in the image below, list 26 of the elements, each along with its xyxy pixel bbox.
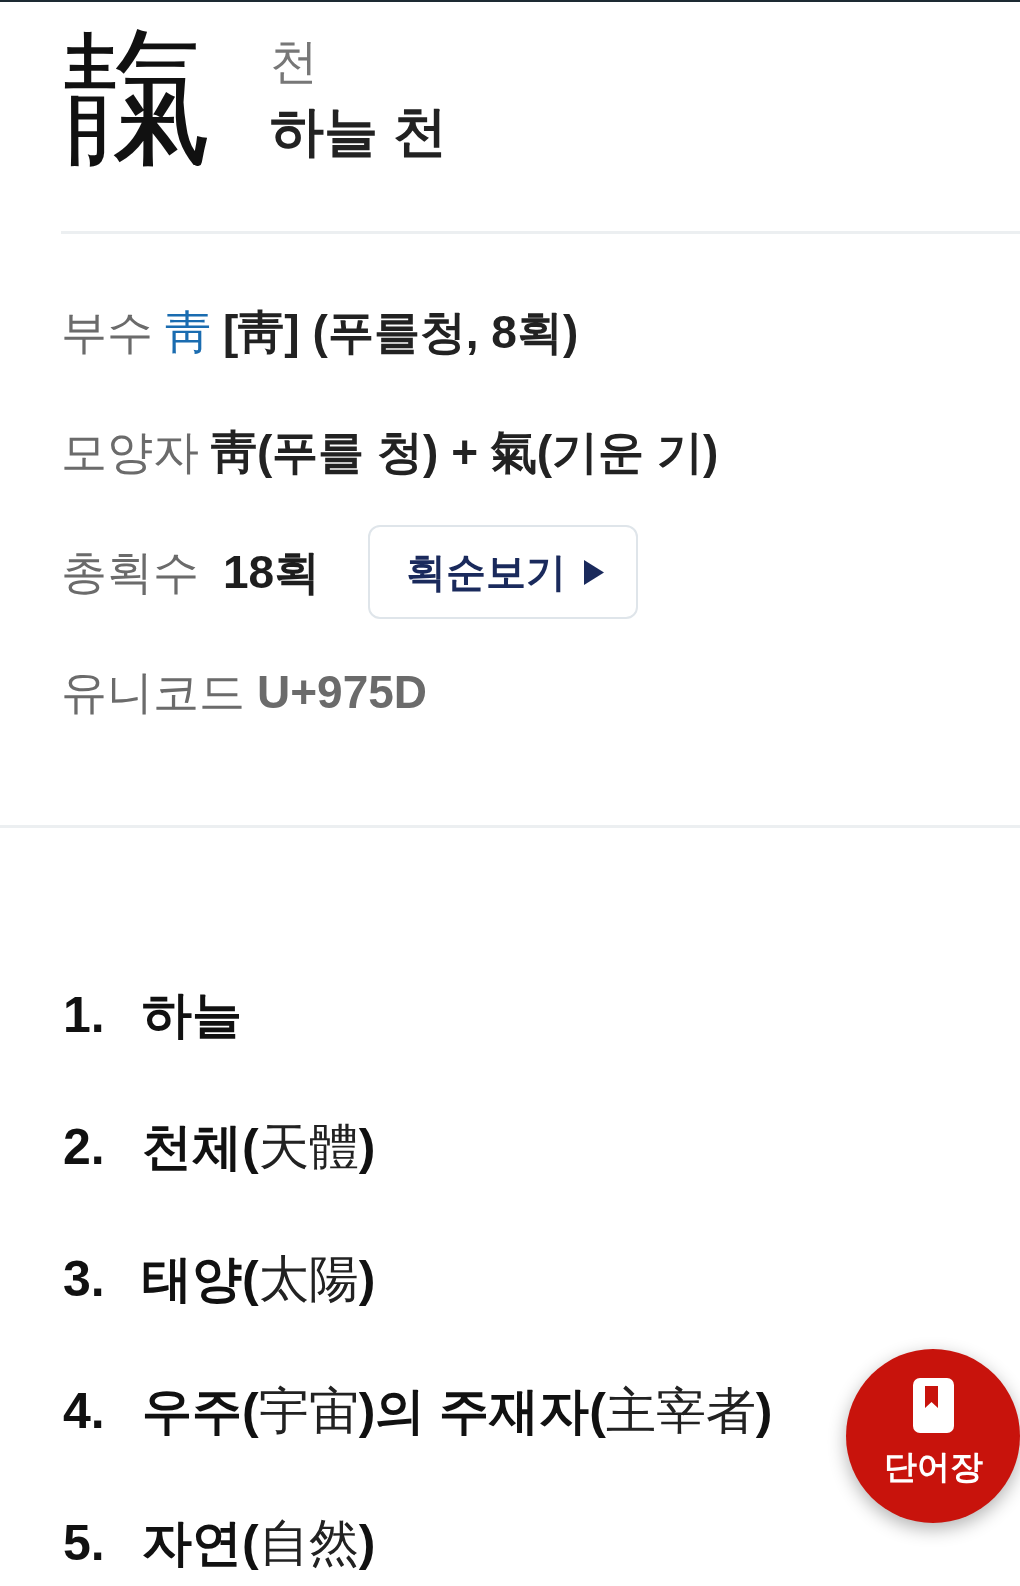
bookmark-icon: [912, 1378, 954, 1433]
info-label: 모양자: [61, 425, 199, 480]
meaning-number: 1.: [63, 986, 106, 1045]
radical-link[interactable]: 靑: [165, 304, 211, 360]
info-value: [靑] (푸를청, 8획): [223, 305, 579, 360]
meaning-number: 5.: [63, 1514, 106, 1573]
meaning-number: 2.: [63, 1118, 106, 1177]
meaning-number: 4.: [63, 1382, 106, 1441]
meaning-title: 하늘 천: [270, 100, 447, 163]
info-value: 靑(푸를 청) + 氣(기운 기): [211, 425, 719, 480]
info-label: 유니코드: [61, 665, 245, 720]
play-triangle-icon: [584, 559, 605, 585]
vocabulary-button[interactable]: 단어장: [846, 1349, 1020, 1523]
info-value: U+975D: [257, 665, 428, 720]
meaning-text: 천체(天體): [142, 1118, 376, 1177]
reading-text: 천: [270, 34, 319, 90]
meaning-number: 3.: [63, 1250, 106, 1309]
hanja-character: 靝: [64, 22, 214, 172]
meaning-text: 자연(自然): [142, 1514, 376, 1573]
info-value: 18획: [223, 545, 321, 600]
meaning-text: 우주(宇宙)의 주재자(主宰者): [142, 1382, 773, 1441]
meaning-text: 태양(太陽): [142, 1250, 376, 1309]
info-label: 부수: [61, 305, 153, 360]
info-label: 총획수: [61, 545, 199, 600]
meaning-text: 하늘: [142, 986, 242, 1045]
stroke-order-button[interactable]: 획순보기: [368, 525, 639, 619]
